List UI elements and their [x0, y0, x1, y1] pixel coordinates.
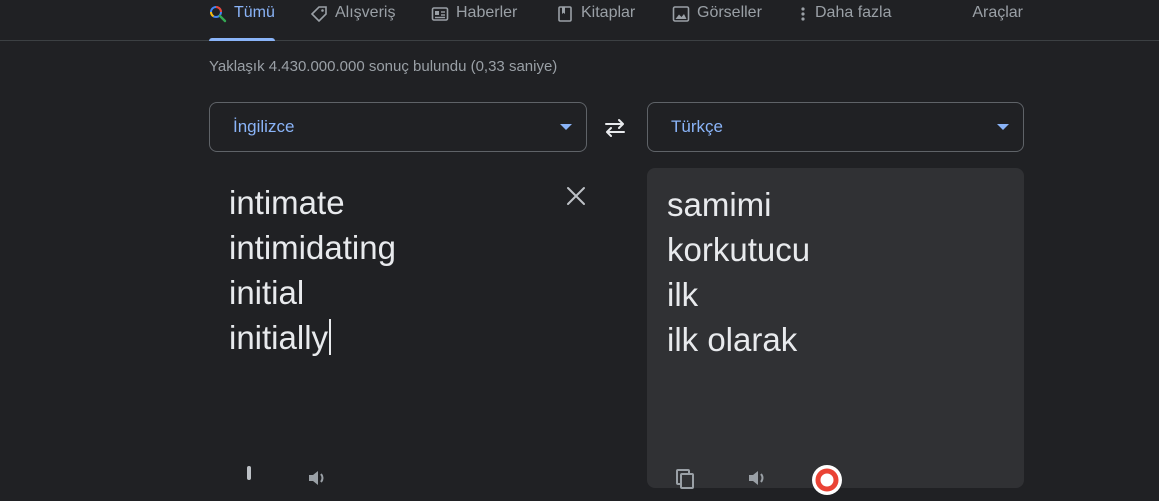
source-line: intimate: [229, 184, 345, 221]
speaker-icon: [745, 471, 769, 494]
source-line: initial: [229, 274, 305, 311]
tab-books[interactable]: Kitaplar: [556, 0, 635, 40]
chevron-down-icon: [997, 124, 1009, 130]
tab-all[interactable]: Tümü: [209, 0, 275, 41]
tab-more-label: Daha fazla: [815, 4, 892, 21]
chevron-down-icon: [560, 124, 572, 130]
clear-text-button[interactable]: [564, 184, 588, 208]
translation-text: samimi korkutucu ilk ilk olarak: [667, 182, 810, 362]
result-stats: Yaklaşık 4.430.000.000 sonuç bulundu (0,…: [209, 58, 558, 75]
text-cursor: [329, 319, 331, 355]
target-language-label: Türkçe: [671, 117, 723, 136]
target-line: samimi: [667, 186, 772, 223]
close-icon: [564, 187, 588, 212]
tools-button[interactable]: Araçlar: [972, 4, 1023, 22]
tab-images[interactable]: Görseller: [672, 0, 762, 40]
tab-books-label: Kitaplar: [581, 4, 636, 21]
newspaper-icon: [431, 5, 449, 23]
microphone-icon: [237, 466, 261, 492]
source-text-area[interactable]: intimate intimidating initial initially: [209, 168, 587, 488]
more-vert-icon: [798, 5, 808, 23]
tab-more[interactable]: Daha fazla: [798, 0, 892, 40]
copy-translation-button[interactable]: [673, 466, 697, 490]
listen-translation-button[interactable]: [745, 466, 769, 490]
swap-languages-button[interactable]: [601, 114, 629, 142]
target-language-select[interactable]: Türkçe: [647, 102, 1024, 152]
tab-news[interactable]: Haberler: [431, 0, 517, 40]
source-line: intimidating: [229, 229, 396, 266]
target-line: ilk olarak: [667, 321, 798, 358]
image-icon: [672, 5, 690, 23]
tab-news-label: Haberler: [456, 4, 518, 21]
tab-all-label: Tümü: [234, 4, 275, 21]
speaker-icon: [305, 471, 329, 494]
book-icon: [556, 5, 574, 23]
search-tabs-bar: Tümü Alışveriş Haberler Kitaplar Görsell…: [0, 0, 1159, 41]
source-text[interactable]: intimate intimidating initial initially: [229, 180, 396, 360]
listen-source-button[interactable]: [305, 466, 329, 490]
target-line: korkutucu: [667, 231, 811, 268]
tag-icon: [310, 5, 328, 23]
target-line: ilk: [667, 276, 699, 313]
grammar-check-icon: [811, 465, 843, 500]
source-line: initially: [229, 319, 329, 356]
microphone-button[interactable]: [237, 464, 261, 488]
copy-icon: [673, 469, 697, 494]
source-language-label: İngilizce: [233, 117, 295, 136]
tab-shopping[interactable]: Alışveriş: [310, 0, 395, 40]
grammar-extension-button[interactable]: [811, 464, 843, 496]
swap-arrows-icon: [601, 119, 629, 146]
translation-output-panel: samimi korkutucu ilk ilk olarak: [647, 168, 1024, 495]
search-icon: [209, 5, 227, 23]
tab-shopping-label: Alışveriş: [335, 4, 396, 21]
tab-images-label: Görseller: [697, 4, 762, 21]
source-language-select[interactable]: İngilizce: [209, 102, 587, 152]
